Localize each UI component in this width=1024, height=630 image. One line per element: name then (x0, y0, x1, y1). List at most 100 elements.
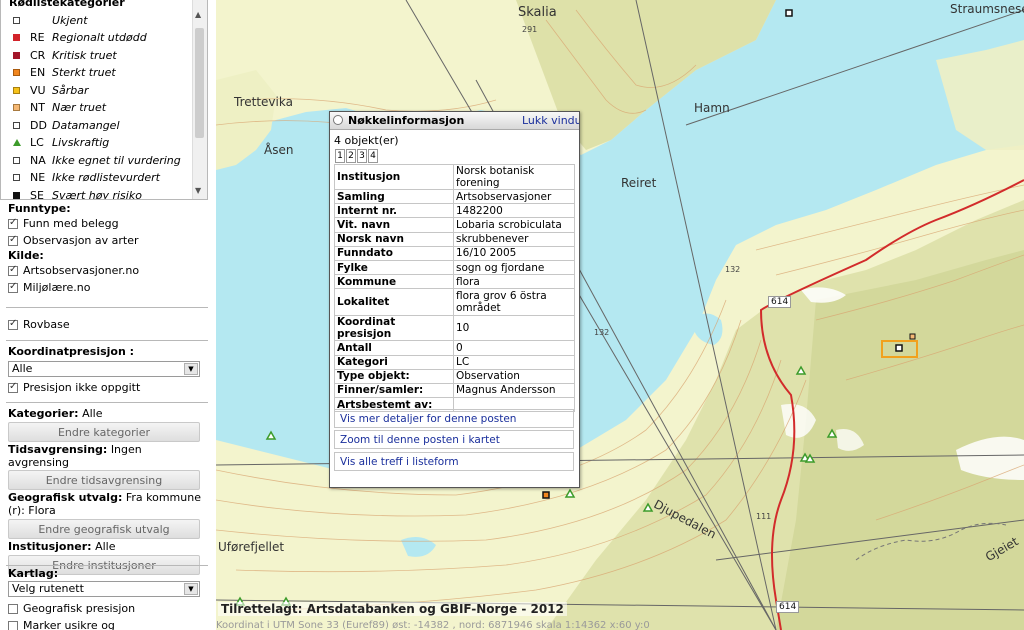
table-row: Kategori LC (334, 354, 575, 370)
geografisk-value-cont: (r): Flora (8, 504, 56, 517)
checkbox[interactable] (8, 318, 18, 330)
funntype-section: Funntype: Funn med belegg Observasjon av… (8, 202, 206, 296)
koordinat-heading: Koordinatpresisjon : (8, 345, 135, 358)
kartlag-section: Kartlag: Velg rutenett ▼ Geografisk pres… (8, 567, 206, 630)
chevron-down-icon[interactable]: ▼ (184, 363, 198, 375)
miljolaere-option[interactable]: Miljølære.no (8, 279, 206, 296)
square-marker-icon (13, 122, 20, 129)
square-marker-icon (13, 174, 20, 181)
koordinat-select[interactable]: Alle ▼ (8, 361, 200, 377)
show-all-list-link[interactable]: Vis alle treff i listeform (334, 452, 574, 471)
checkbox[interactable] (8, 603, 18, 614)
observasjon-option[interactable]: Observasjon av arter (8, 232, 206, 249)
table-row: Samling Artsobservasjoner (334, 188, 575, 205)
kartlag-heading: Kartlag: (8, 567, 59, 580)
table-row: Internt nr. 1482200 (334, 203, 575, 219)
legend-item-nt: NT Nær truet (13, 99, 106, 116)
road-number-label: 614 (768, 296, 792, 308)
table-row: Koordinat presisjon 10 (334, 315, 575, 342)
tidsavgrensing-label: Tidsavgrensing: (8, 443, 108, 456)
legend-item-cr: CR Kritisk truet (13, 47, 117, 64)
legend-item-se: SE Svært høy risiko (13, 187, 142, 199)
legend-item-unknown: Ukjent (13, 12, 88, 29)
geografisk-presisjon-option[interactable]: Geografisk presisjon (8, 600, 206, 617)
popup-circle-icon (333, 115, 343, 125)
checkbox[interactable] (8, 264, 18, 276)
scroll-thumb[interactable] (195, 28, 204, 138)
checkbox[interactable] (8, 234, 18, 246)
checkbox[interactable] (8, 217, 18, 229)
object-count: 4 objekt(er) (334, 134, 399, 147)
page-link-1[interactable]: 1 (335, 149, 345, 163)
endre-kategorier-button[interactable]: Endre kategorier (8, 422, 200, 442)
page-link-3[interactable]: 3 (357, 149, 367, 163)
table-row: Finner/samler: Magnus Andersson (334, 382, 575, 399)
more-details-link[interactable]: Vis mer detaljer for denne posten (334, 409, 574, 428)
divider (6, 307, 208, 308)
popup-titlebar[interactable]: Nøkkelinformasjon Lukk vindu (330, 112, 579, 130)
kartlag-select[interactable]: Velg rutenett ▼ (8, 581, 200, 597)
coordinate-readout: Koordinat i UTM Sone 33 (Euref89) øst: -… (216, 620, 650, 630)
divider (6, 340, 208, 341)
object-pager: 1 2 3 4 (335, 149, 379, 163)
legend-scrollbar[interactable]: ▲ ▼ (192, 0, 207, 199)
legend-title: Rødlistekategorier (9, 0, 125, 9)
kilde-heading: Kilde: (8, 249, 44, 262)
table-row: Funndato 16/10 2005 (334, 245, 575, 261)
square-marker-icon (13, 34, 20, 41)
close-window-link[interactable]: Lukk vindu (522, 114, 579, 127)
endre-tidsavgrensing-button[interactable]: Endre tidsavgrensing (8, 470, 200, 490)
rovbase-section: Rovbase (8, 316, 206, 333)
elevation-label: 111 (756, 512, 772, 521)
funntype-heading: Funntype: (8, 202, 71, 215)
square-marker-icon (13, 157, 20, 164)
page-link-4[interactable]: 4 (368, 149, 378, 163)
funn-med-belegg-option[interactable]: Funn med belegg (8, 215, 206, 232)
square-marker-icon (13, 104, 20, 111)
land-east (936, 40, 1024, 150)
presisjon-ikke-option[interactable]: Presisjon ikke oppgitt (8, 379, 206, 396)
endre-geografisk-button[interactable]: Endre geografisk utvalg (8, 519, 200, 539)
table-row: Vit. navn Lobaria scrobiculata (334, 217, 575, 233)
rovbase-option[interactable]: Rovbase (8, 316, 206, 333)
place-label-straumsnes: Straumsnese (950, 2, 1024, 16)
page-link-2[interactable]: 2 (346, 149, 356, 163)
place-label-trettevika: Trettevika (234, 95, 293, 109)
sidebar: Rødlistekategorier Ukjent RE Regionalt u… (0, 0, 212, 630)
table-row: Institusjon Norsk botanisk forening (334, 164, 575, 190)
elevation-label: 132 (594, 328, 610, 337)
scroll-up-icon[interactable]: ▲ (195, 10, 201, 19)
table-row: Lokalitet flora grov 6 östra området (334, 288, 575, 317)
legend-item-dd: DD Datamangel (13, 117, 120, 134)
checkbox[interactable] (8, 281, 18, 293)
legend-item-ne: NE Ikke rødlistevurdert (13, 169, 160, 186)
checkbox[interactable] (8, 620, 18, 630)
popup-title: Nøkkelinformasjon (348, 114, 465, 127)
redlist-legend: Rødlistekategorier Ukjent RE Regionalt u… (0, 0, 208, 200)
elevation-label: 132 (725, 265, 741, 274)
place-label-skalia: Skalia (518, 5, 557, 20)
square-marker-icon (13, 69, 20, 76)
geografisk-label: Geografisk utvalg: (8, 491, 123, 504)
place-label-reiret: Reiret (621, 176, 657, 190)
chevron-down-icon[interactable]: ▼ (184, 583, 198, 595)
road-number-label: 614 (776, 601, 800, 613)
legend-item-re: RE Regionalt utdødd (13, 29, 147, 46)
scroll-down-icon[interactable]: ▼ (195, 186, 201, 195)
divider (6, 565, 208, 566)
square-marker-icon (13, 192, 20, 199)
legend-item-lc: LC Livskraftig (13, 134, 109, 151)
table-row: Antall 0 (334, 340, 575, 356)
divider (6, 402, 208, 403)
map-attribution: Tilrettelagt: Artsdatabanken og GBIF-Nor… (218, 602, 567, 616)
table-row: Norsk navn skrubbenever (334, 231, 575, 247)
checkbox[interactable] (8, 381, 18, 393)
marker-usikre-option[interactable]: Marker usikre og (8, 617, 206, 630)
zoom-to-post-link[interactable]: Zoom til denne posten i kartet (334, 430, 574, 449)
artsobservasjoner-option[interactable]: Artsobservasjoner.no (8, 262, 206, 279)
kategorier-value: Alle (82, 407, 103, 420)
geografisk-value: Fra kommune (125, 491, 201, 504)
place-label-uforefjellet: Uførefjellet (218, 540, 285, 554)
info-table: Institusjon Norsk botanisk forening Samli… (334, 164, 575, 413)
institusjoner-value: Alle (95, 540, 116, 553)
